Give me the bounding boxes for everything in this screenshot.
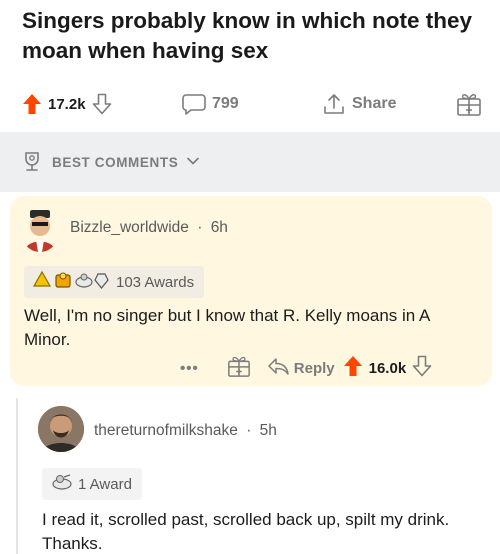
gift-icon[interactable] bbox=[227, 354, 251, 382]
awards-chip[interactable]: 1 Award bbox=[42, 468, 142, 500]
comment-author-line: Bizzle_worldwide · 6h bbox=[70, 219, 228, 236]
post-vote-group: 17.2k bbox=[22, 93, 112, 115]
post-action-bar: 17.2k 799 Share bbox=[0, 82, 500, 126]
downvote-arrow-icon[interactable] bbox=[412, 355, 432, 381]
comments-count: 799 bbox=[212, 95, 239, 112]
comment-username[interactable]: thereturnofmilkshake bbox=[94, 422, 238, 439]
comment-body: Well, I'm no singer but I know that R. K… bbox=[24, 306, 430, 349]
award-icon bbox=[32, 270, 112, 294]
share-label: Share bbox=[352, 95, 397, 112]
chevron-down-icon bbox=[186, 154, 200, 171]
award-icon bbox=[50, 472, 74, 496]
downvote-arrow-icon[interactable] bbox=[92, 93, 112, 115]
awards-count-label: 103 Awards bbox=[116, 273, 195, 291]
trophy-icon bbox=[20, 149, 44, 176]
upvote-arrow-icon[interactable] bbox=[22, 93, 42, 115]
comment-body: I read it, scrolled past, scrolled back … bbox=[42, 510, 450, 553]
comment-username[interactable]: Bizzle_worldwide bbox=[70, 219, 189, 236]
sort-label: BEST COMMENTS bbox=[52, 154, 179, 170]
comment-card: thereturnofmilkshake · 5h 1 Award I read… bbox=[0, 392, 500, 554]
upvote-arrow-icon[interactable] bbox=[343, 355, 363, 381]
reply-button[interactable]: Reply bbox=[267, 357, 335, 379]
post-vote-count: 17.2k bbox=[48, 95, 86, 113]
gift-award-button[interactable] bbox=[456, 91, 482, 117]
share-icon bbox=[322, 92, 346, 116]
comment-author-line: thereturnofmilkshake · 5h bbox=[94, 422, 277, 439]
share-button[interactable]: Share bbox=[322, 92, 396, 116]
reply-arrow-icon bbox=[267, 357, 289, 379]
comments-button[interactable]: 799 bbox=[182, 93, 239, 115]
gift-icon bbox=[456, 91, 482, 117]
comment-vote-count: 16.0k bbox=[368, 359, 407, 377]
awards-chip[interactable]: 103 Awards bbox=[24, 266, 205, 298]
comment-age: 5h bbox=[259, 422, 277, 439]
avatar[interactable] bbox=[38, 406, 84, 452]
awards-count-label: 1 Award bbox=[78, 475, 132, 493]
comment-action-bar: ••• Reply 16.0k bbox=[180, 354, 432, 382]
reply-label: Reply bbox=[293, 359, 335, 377]
comment-age: 6h bbox=[210, 219, 228, 236]
thread-line[interactable] bbox=[16, 398, 18, 554]
post-title: Singers probably know in which note they… bbox=[22, 8, 473, 63]
comment-card: Bizzle_worldwide · 6h 103 Awards Well, I… bbox=[10, 196, 492, 386]
avatar[interactable] bbox=[20, 208, 60, 252]
more-options-button[interactable]: ••• bbox=[180, 360, 199, 377]
comment-sort-selector[interactable]: BEST COMMENTS bbox=[0, 132, 500, 192]
comment-bubble-icon bbox=[182, 93, 206, 115]
